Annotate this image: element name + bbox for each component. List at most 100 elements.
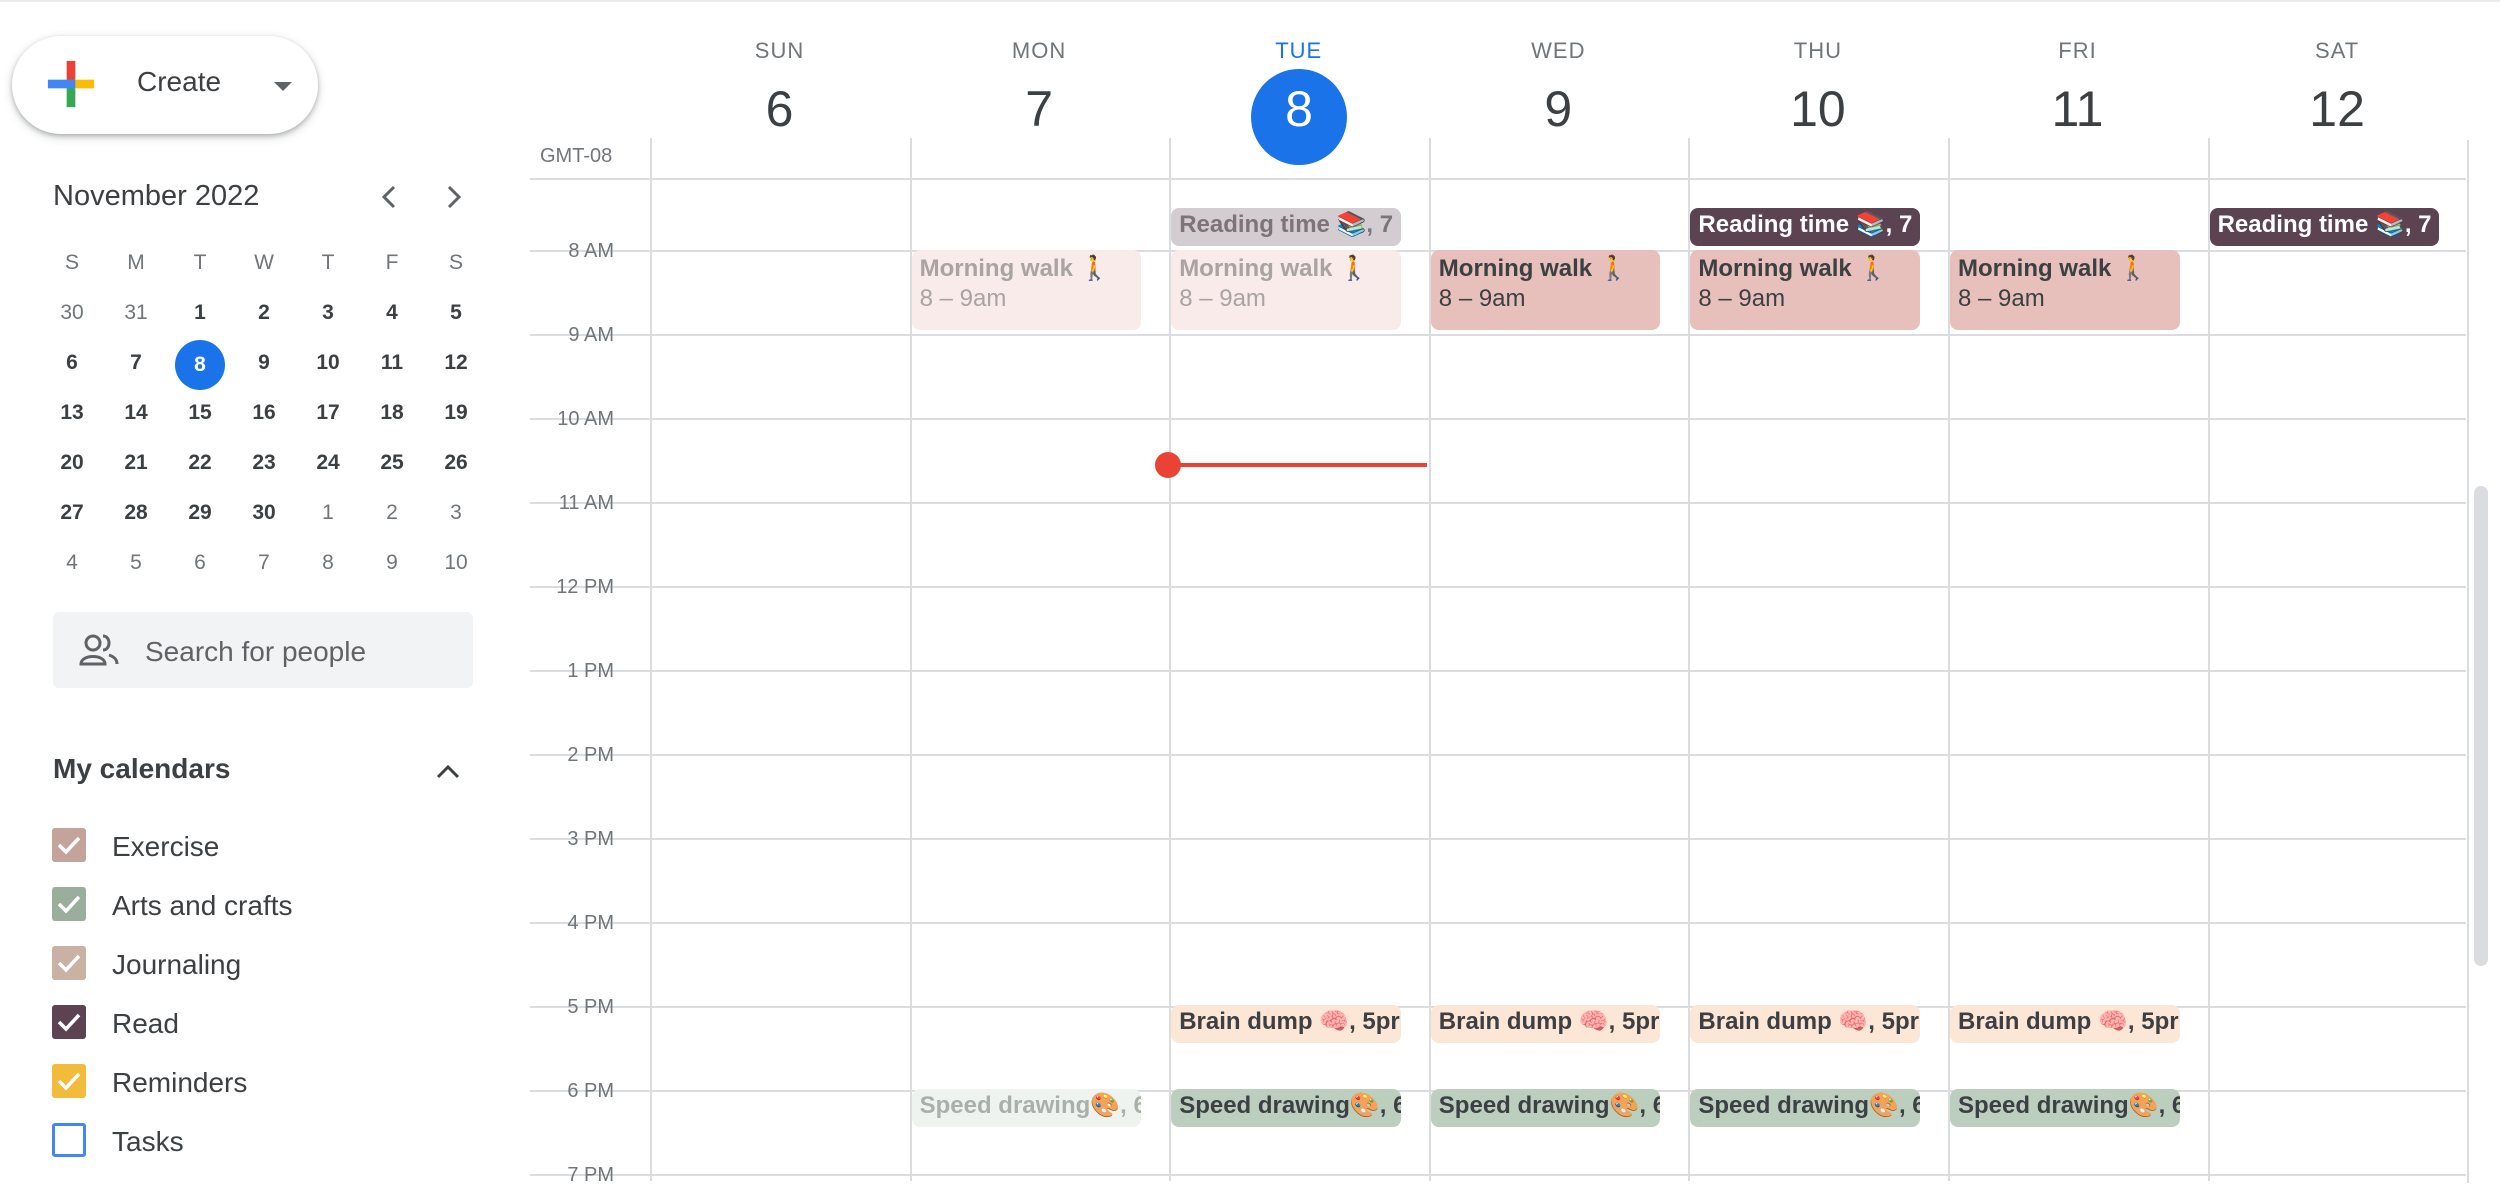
mini-calendar-day[interactable]: 1 <box>298 490 358 536</box>
hour-label: 6 PM <box>567 1080 614 1102</box>
scrollbar[interactable] <box>2474 486 2488 966</box>
day-number: 26 <box>444 451 468 474</box>
event-title: Brain dump 🧠, 5pr <box>1698 1008 1919 1035</box>
hour-gridline <box>530 1174 2466 1176</box>
mini-calendar-day[interactable]: 31 <box>106 290 166 336</box>
mini-calendar-day[interactable]: 15 <box>170 390 230 436</box>
day-number[interactable]: 7 <box>910 80 1169 138</box>
speed-event[interactable]: Speed drawing🎨, 6 <box>911 1089 1142 1127</box>
day-number: 29 <box>188 501 212 524</box>
mini-calendar-day[interactable]: 28 <box>106 490 166 536</box>
mini-calendar-day[interactable]: 25 <box>362 440 422 486</box>
next-month-button[interactable] <box>431 175 475 219</box>
brain-event[interactable]: Brain dump 🧠, 5pr <box>1690 1005 1920 1043</box>
day-name: MON <box>1011 38 1067 63</box>
day-number: 2 <box>386 501 398 524</box>
checkbox[interactable] <box>52 946 86 980</box>
day-number[interactable]: 9 <box>1429 80 1688 138</box>
hour-label: 8 AM <box>568 240 614 262</box>
walk-event[interactable]: Morning walk 🚶 8 – 9am <box>1950 250 2180 330</box>
day-number[interactable]: 11 <box>1948 80 2207 138</box>
mini-calendar-day[interactable]: 14 <box>106 390 166 436</box>
day-number[interactable]: 10 <box>1688 80 1947 138</box>
mini-calendar-day[interactable]: 13 <box>42 390 102 436</box>
mini-calendar-day[interactable]: 11 <box>362 340 422 386</box>
hour-label: 11 AM <box>558 492 614 514</box>
hour-label: 2 PM <box>567 744 614 766</box>
event-title: Morning walk 🚶 <box>1438 255 1629 282</box>
walk-event[interactable]: Morning walk 🚶 8 – 9am <box>1690 250 1920 330</box>
mini-calendar-day[interactable]: 30 <box>234 490 294 536</box>
walk-event[interactable]: Morning walk 🚶 8 – 9am <box>911 250 1142 330</box>
mini-calendar-day[interactable]: 27 <box>42 490 102 536</box>
mini-calendar-day[interactable]: 23 <box>234 440 294 486</box>
reading-event[interactable]: Reading time 📚, 7 <box>2209 208 2440 246</box>
mini-calendar-day[interactable]: 24 <box>298 440 358 486</box>
mini-calendar-day[interactable]: 18 <box>362 390 422 436</box>
checkbox[interactable] <box>52 1123 86 1157</box>
mini-calendar-day[interactable]: 17 <box>298 390 358 436</box>
mini-calendar-day[interactable]: 6 <box>42 340 102 386</box>
mini-calendar-day[interactable]: 20 <box>42 440 102 486</box>
mini-calendar-day[interactable]: 2 <box>234 290 294 336</box>
mini-calendar-today[interactable]: 8 <box>170 340 230 390</box>
day-number: 20 <box>60 451 84 474</box>
mini-calendar-day[interactable]: 2 <box>362 490 422 536</box>
collapse-my-calendars-button[interactable] <box>428 753 468 789</box>
event-title: Brain dump 🧠, 5pr <box>1179 1008 1400 1035</box>
mini-calendar-day[interactable]: 26 <box>426 440 486 486</box>
mini-calendar-day[interactable]: 8 <box>298 540 358 586</box>
event-time: 8 – 9am <box>1438 285 1526 312</box>
day-number: 1 <box>194 301 206 324</box>
mini-calendar-day[interactable]: 16 <box>234 390 294 436</box>
brain-event[interactable]: Brain dump 🧠, 5pr <box>1950 1005 2180 1043</box>
checkbox[interactable] <box>52 1064 86 1098</box>
mini-calendar-day[interactable]: 21 <box>106 440 166 486</box>
day-number: 1 <box>322 501 334 524</box>
mini-calendar-day[interactable]: 22 <box>170 440 230 486</box>
speed-event[interactable]: Speed drawing🎨, 6 <box>1690 1089 1920 1127</box>
brain-event[interactable]: Brain dump 🧠, 5pr <box>1171 1005 1401 1043</box>
mini-calendar-day[interactable]: 9 <box>362 540 422 586</box>
day-number: 5 <box>130 551 142 574</box>
checkbox[interactable] <box>52 1005 86 1039</box>
speed-event[interactable]: Speed drawing🎨, 6 <box>1430 1089 1661 1127</box>
check-icon <box>57 895 81 914</box>
mini-calendar-day[interactable]: 1 <box>170 290 230 336</box>
day-number[interactable]: 12 <box>2208 80 2467 138</box>
brain-event[interactable]: Brain dump 🧠, 5pr <box>1430 1005 1661 1043</box>
mini-calendar-day[interactable]: 9 <box>234 340 294 386</box>
search-people-input[interactable]: Search for people <box>53 612 473 688</box>
previous-month-button[interactable] <box>368 175 412 219</box>
mini-calendar-day[interactable]: 30 <box>42 290 102 336</box>
day-number: 24 <box>316 451 340 474</box>
speed-event[interactable]: Speed drawing🎨, 6 <box>1171 1089 1401 1127</box>
day-number[interactable]: 6 <box>650 80 909 138</box>
event-title: Speed drawing🎨, 6 <box>1438 1092 1661 1119</box>
reading-event[interactable]: Reading time 📚, 7 <box>1690 208 1920 246</box>
mini-calendar-day[interactable]: 10 <box>298 340 358 386</box>
checkbox[interactable] <box>52 828 86 862</box>
day-number: 12 <box>444 351 468 374</box>
speed-event[interactable]: Speed drawing🎨, 6 <box>1950 1089 2180 1127</box>
mini-calendar-day[interactable]: 5 <box>106 540 166 586</box>
mini-calendar-day[interactable]: 4 <box>42 540 102 586</box>
checkbox[interactable] <box>52 887 86 921</box>
walk-event[interactable]: Morning walk 🚶 8 – 9am <box>1171 250 1401 330</box>
mini-calendar-day[interactable]: 6 <box>170 540 230 586</box>
create-button[interactable]: Create <box>12 36 318 134</box>
mini-calendar-day[interactable]: 4 <box>362 290 422 336</box>
calendar-name: Arts and crafts <box>112 890 293 921</box>
create-plus-icon <box>47 60 95 108</box>
event-time: 8 – 9am <box>919 285 1007 312</box>
mini-calendar-day[interactable]: 3 <box>298 290 358 336</box>
current-time-line <box>1168 463 1427 467</box>
day-number: 18 <box>380 401 404 424</box>
day-name: FRI <box>2058 38 2097 63</box>
walk-event[interactable]: Morning walk 🚶 8 – 9am <box>1430 250 1661 330</box>
mini-calendar-day[interactable]: 7 <box>106 340 166 386</box>
reading-event[interactable]: Reading time 📚, 7 <box>1171 208 1401 246</box>
event-title: Reading time 📚, 7 <box>1698 211 1913 238</box>
mini-calendar-day[interactable]: 7 <box>234 540 294 586</box>
mini-calendar-day[interactable]: 29 <box>170 490 230 536</box>
